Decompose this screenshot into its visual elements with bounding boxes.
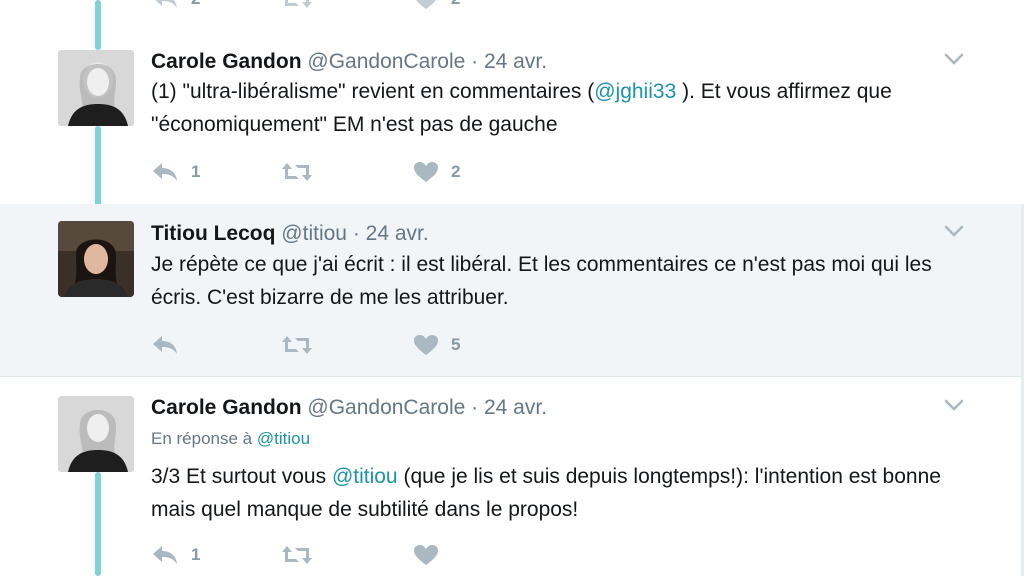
- tweet-actions: 5: [151, 330, 551, 360]
- heart-icon: [414, 162, 438, 182]
- retweet-icon: [282, 336, 312, 354]
- separator-dot: ·: [352, 222, 360, 245]
- tweet-actions: 1 2: [151, 157, 551, 187]
- tweet-date[interactable]: 24 avr.: [484, 396, 547, 419]
- reply-icon: [153, 336, 177, 354]
- separator-dot: ·: [471, 50, 479, 73]
- heart-icon: [414, 545, 438, 565]
- separator-dot: ·: [471, 396, 479, 419]
- text-part: 3/3 Et surtout vous: [151, 465, 332, 488]
- tweet-header: Carole Gandon @GandonCarole · 24 avr.: [151, 396, 547, 420]
- reply-icon: [155, 0, 177, 8]
- retweet-icon: [282, 163, 312, 181]
- prev-reply-action[interactable]: 2: [151, 0, 200, 14]
- reply-to-label: En réponse à: [151, 429, 253, 448]
- avatar[interactable]: [58, 396, 134, 472]
- retweet-action[interactable]: [281, 540, 313, 570]
- chevron-down-icon[interactable]: [944, 224, 964, 238]
- reply-action[interactable]: [151, 330, 191, 360]
- author-handle[interactable]: @GandonCarole: [307, 50, 465, 73]
- retweet-action[interactable]: [281, 330, 313, 360]
- prev-like-count: 2: [451, 0, 460, 9]
- retweet-icon: [285, 0, 312, 8]
- avatar[interactable]: [58, 50, 134, 126]
- reply-action[interactable]: 1: [151, 540, 200, 570]
- reply-to-handle[interactable]: @titiou: [257, 429, 310, 448]
- reply-count: 1: [191, 162, 201, 181]
- retweet-action[interactable]: [281, 157, 313, 187]
- tweet-text: 3/3 Et surtout vous @titiou (que je lis …: [151, 460, 981, 526]
- tweet-date[interactable]: 24 avr.: [484, 50, 547, 73]
- chevron-down-icon[interactable]: [944, 398, 964, 412]
- like-count: 2: [451, 162, 461, 181]
- tweet-3[interactable]: Carole Gandon @GandonCarole · 24 avr. En…: [0, 377, 1024, 576]
- mention-link[interactable]: @jghii33: [594, 80, 676, 103]
- avatar-photo: [58, 221, 134, 297]
- tweet-text: Je répète ce que j'ai écrit : il est lib…: [151, 253, 932, 309]
- author-name[interactable]: Carole Gandon: [151, 50, 302, 73]
- avatar-photo: [58, 50, 134, 126]
- like-action[interactable]: [413, 540, 451, 570]
- tweet-actions: 1: [151, 540, 551, 570]
- like-count: 5: [451, 335, 461, 354]
- reply-count: 1: [191, 545, 201, 564]
- author-name[interactable]: Carole Gandon: [151, 396, 302, 419]
- heart-icon: [414, 335, 438, 355]
- retweet-icon: [282, 546, 312, 564]
- prev-reply-count: 2: [191, 0, 200, 9]
- like-action[interactable]: 5: [413, 330, 460, 360]
- tweet-1[interactable]: Carole Gandon @GandonCarole · 24 avr. (1…: [0, 30, 1024, 204]
- prev-like-action[interactable]: 2: [413, 0, 460, 14]
- reply-icon: [153, 546, 177, 564]
- heart-icon: [416, 0, 436, 9]
- author-handle[interactable]: @titiou: [281, 222, 347, 245]
- prev-tweet-actions: 2 2: [151, 0, 551, 14]
- author-name[interactable]: Titiou Lecoq: [151, 222, 275, 245]
- reply-action[interactable]: 1: [151, 157, 200, 187]
- tweet-text: (1) "ultra-libéralisme" revient en comme…: [151, 75, 981, 141]
- chevron-down-icon[interactable]: [944, 52, 964, 66]
- author-handle[interactable]: @GandonCarole: [307, 396, 465, 419]
- text-part: (1) "ultra-libéralisme" revient en comme…: [151, 80, 595, 103]
- mention-link[interactable]: @titiou: [332, 465, 398, 488]
- tweet-2[interactable]: Titiou Lecoq @titiou · 24 avr. Je répète…: [0, 204, 1024, 376]
- avatar[interactable]: [58, 221, 134, 297]
- avatar-photo: [58, 396, 134, 472]
- tweet-date[interactable]: 24 avr.: [366, 222, 429, 245]
- prev-retweet-action[interactable]: [281, 0, 313, 14]
- reply-to-line: En réponse à @titiou: [151, 429, 310, 449]
- tweet-header: Carole Gandon @GandonCarole · 24 avr.: [151, 50, 547, 74]
- reply-icon: [153, 163, 177, 181]
- tweet-header: Titiou Lecoq @titiou · 24 avr.: [151, 222, 429, 246]
- like-action[interactable]: 2: [413, 157, 460, 187]
